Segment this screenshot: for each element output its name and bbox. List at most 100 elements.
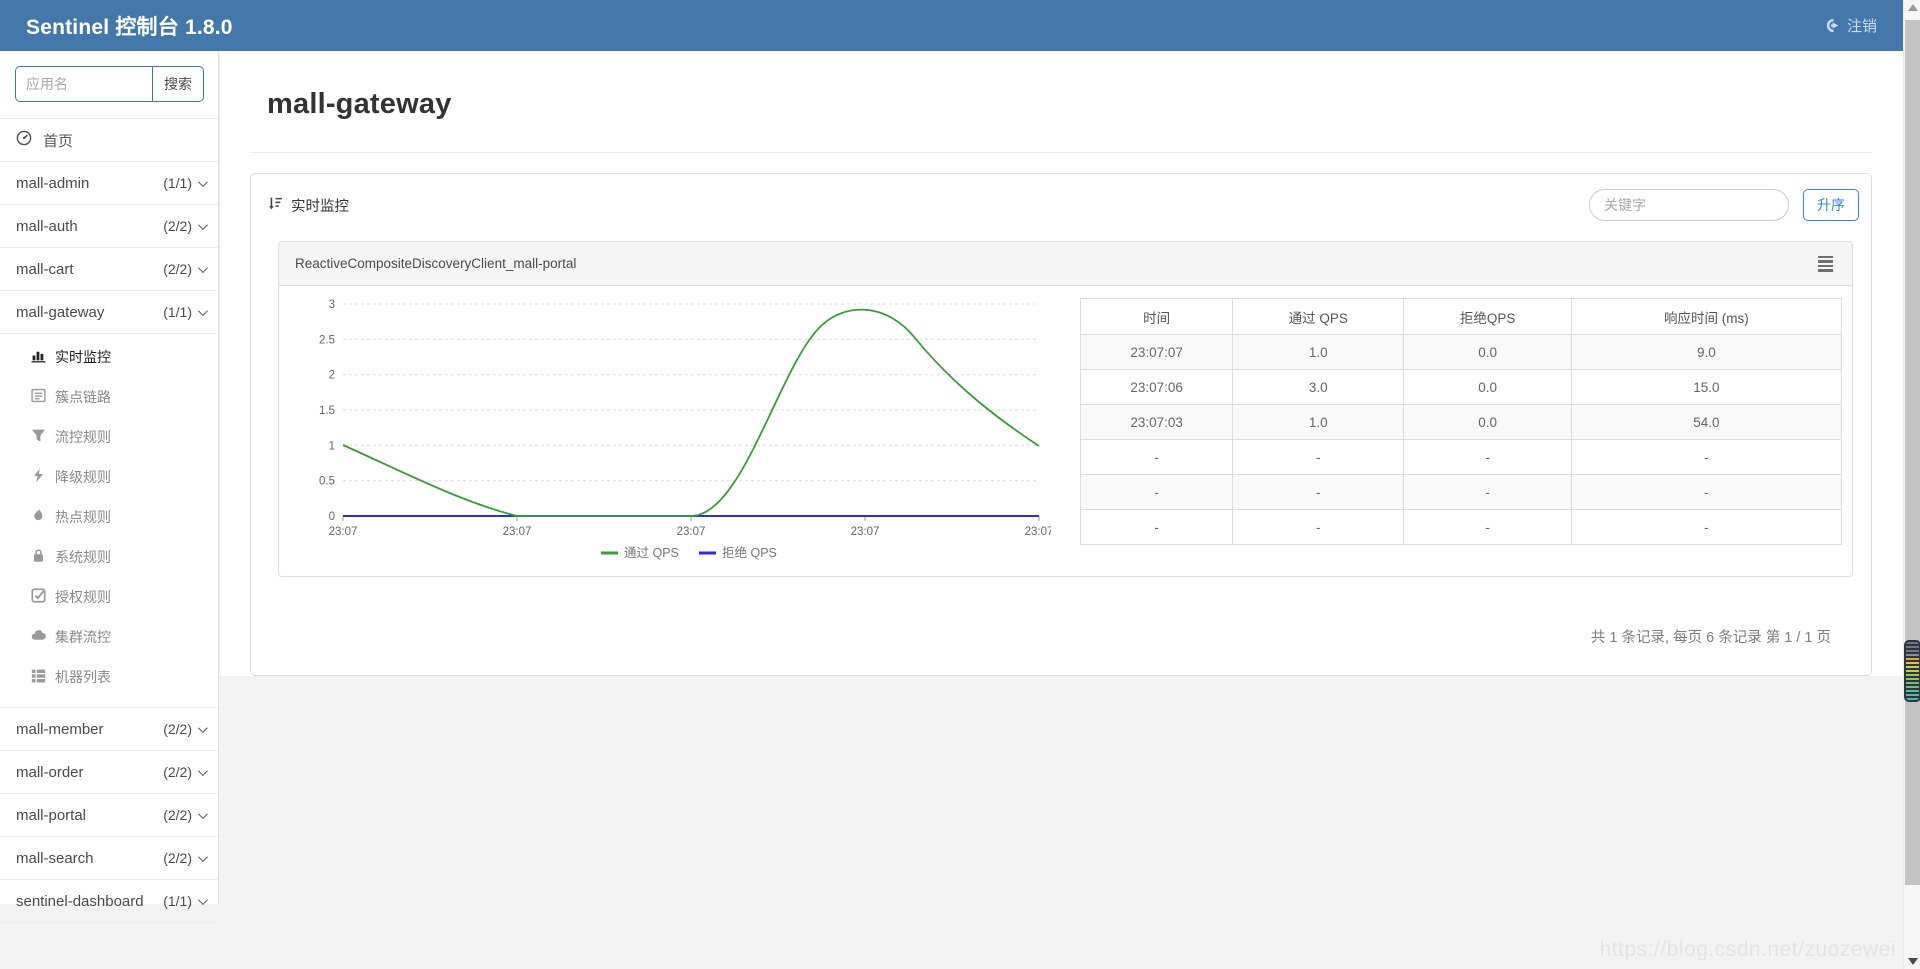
- app-health-count: (2/2): [163, 807, 192, 823]
- logout-label: 注销: [1847, 15, 1877, 36]
- chevron-down-icon: [198, 766, 208, 776]
- cell-time: 23:07:06: [1081, 370, 1233, 405]
- app-name: mall-search: [16, 850, 163, 867]
- cell-pass-qps: 3.0: [1233, 370, 1404, 405]
- cell-pass-qps: -: [1233, 510, 1404, 545]
- qps-line-chart: 3 2.5 2 1.5 1 0.5 0 23:07 23:07 23:07 23…: [301, 294, 1051, 566]
- cell-rt: 9.0: [1571, 335, 1841, 370]
- col-header-block-qps: 拒绝QPS: [1404, 299, 1571, 335]
- cell-time: 23:07:07: [1081, 335, 1233, 370]
- x-tick-label: 23:07: [677, 526, 706, 538]
- table-row: 23:07:06 3.0 0.0 15.0: [1081, 370, 1842, 405]
- app-name: mall-member: [16, 721, 163, 738]
- menu-item-machine-list[interactable]: 机器列表: [0, 657, 218, 697]
- keyword-input[interactable]: [1589, 189, 1789, 221]
- app-name: mall-admin: [16, 175, 163, 192]
- sidebar-item-mall-cart[interactable]: mall-cart (2/2): [0, 248, 218, 291]
- menu-item-label: 机器列表: [55, 667, 111, 687]
- realtime-monitor-card: 实时监控 升序 ReactiveCompositeDiscoveryClient…: [250, 173, 1872, 676]
- app-name: mall-portal: [16, 807, 163, 824]
- sidebar-item-mall-admin[interactable]: mall-admin (1/1): [0, 162, 218, 205]
- cell-block-qps: 0.0: [1404, 370, 1571, 405]
- cell-pass-qps: -: [1233, 440, 1404, 475]
- app-health-count: (1/1): [163, 175, 192, 191]
- menu-item-label: 流控规则: [55, 427, 111, 447]
- app-health-count: (2/2): [163, 850, 192, 866]
- menu-item-label: 集群流控: [55, 627, 111, 647]
- sidebar-item-mall-auth[interactable]: mall-auth (2/2): [0, 205, 218, 248]
- app-health-count: (2/2): [163, 261, 192, 277]
- menu-item-system-rule[interactable]: 系统规则: [0, 537, 218, 577]
- scroll-down-arrow-icon[interactable]: [1908, 958, 1918, 965]
- menu-item-degrade-rule[interactable]: 降级规则: [0, 457, 218, 497]
- app-search-button[interactable]: 搜索: [152, 66, 204, 102]
- chevron-down-icon: [198, 852, 208, 862]
- logout-button[interactable]: 注销: [1826, 15, 1877, 36]
- sidebar: 搜索 首页 mall-admin (1/1) mall-auth (2/2) m…: [0, 51, 219, 904]
- menu-item-label: 实时监控: [55, 347, 111, 367]
- table-row: - - - -: [1081, 475, 1842, 510]
- menu-item-label: 授权规则: [55, 587, 111, 607]
- y-tick-label: 0: [329, 511, 335, 523]
- app-name: mall-cart: [16, 261, 163, 278]
- sidebar-item-mall-order[interactable]: mall-order (2/2): [0, 751, 218, 794]
- chevron-down-icon: [198, 723, 208, 733]
- y-tick-label: 3: [329, 299, 335, 311]
- menu-bars-icon[interactable]: [1815, 253, 1836, 275]
- menu-item-cluster-flow[interactable]: 集群流控: [0, 617, 218, 657]
- pagination-summary: 共 1 条记录, 每页 6 条记录 第 1 / 1 页: [1591, 626, 1831, 647]
- app-name: mall-gateway: [16, 304, 163, 321]
- fire-icon: [31, 508, 46, 526]
- sidebar-item-sentinel-dashboard[interactable]: sentinel-dashboard (1/1): [0, 880, 218, 923]
- chevron-down-icon: [198, 220, 208, 230]
- menu-item-authority-rule[interactable]: 授权规则: [0, 577, 218, 617]
- page-scrollbar[interactable]: [1903, 0, 1920, 969]
- card-header: 实时监控 升序: [251, 174, 1871, 235]
- table-row: 23:07:07 1.0 0.0 9.0: [1081, 335, 1842, 370]
- sidebar-item-mall-member[interactable]: mall-member (2/2): [0, 708, 218, 751]
- cell-block-qps: -: [1404, 510, 1571, 545]
- scrollbar-thumb[interactable]: [1905, 20, 1920, 885]
- x-tick-label: 23:07: [329, 526, 358, 538]
- sort-ascending-button[interactable]: 升序: [1803, 189, 1859, 221]
- check-square-icon: [31, 588, 46, 606]
- cell-pass-qps: 1.0: [1233, 405, 1404, 440]
- app-title: Sentinel 控制台 1.8.0: [26, 11, 233, 41]
- resource-panel-body: 3 2.5 2 1.5 1 0.5 0 23:07 23:07 23:07 23…: [279, 286, 1852, 576]
- cell-time: -: [1081, 510, 1233, 545]
- resource-title: ReactiveCompositeDiscoveryClient_mall-po…: [295, 256, 576, 271]
- menu-item-label: 簇点链路: [55, 387, 111, 407]
- cell-pass-qps: -: [1233, 475, 1404, 510]
- bar-chart-icon: [31, 348, 46, 366]
- app-search-input[interactable]: [15, 66, 152, 102]
- menu-item-cluster-link[interactable]: 簇点链路: [0, 377, 218, 417]
- x-tick-label: 23:07: [851, 526, 880, 538]
- section-title-wrap: 实时监控: [268, 195, 349, 216]
- legend-pass-label: 通过 QPS: [624, 546, 679, 560]
- scrollbar-minimap-marker: [1904, 640, 1920, 702]
- sidebar-item-mall-gateway[interactable]: mall-gateway (1/1): [0, 291, 218, 334]
- menu-item-realtime-monitor[interactable]: 实时监控: [0, 337, 218, 377]
- metrics-table-wrap: 时间 通过 QPS 拒绝QPS 响应时间 (ms) 23:07:07 1.0 0…: [1080, 298, 1842, 545]
- cell-block-qps: -: [1404, 440, 1571, 475]
- watermark-text: https://blog.csdn.net/zuozewei: [1600, 938, 1896, 962]
- y-tick-label: 2.5: [319, 334, 335, 346]
- y-tick-label: 1: [329, 440, 335, 452]
- scroll-up-arrow-icon[interactable]: [1908, 4, 1918, 11]
- sidebar-item-mall-search[interactable]: mall-search (2/2): [0, 837, 218, 880]
- menu-item-hotspot-rule[interactable]: 热点规则: [0, 497, 218, 537]
- menu-item-label: 热点规则: [55, 507, 111, 527]
- cell-time: -: [1081, 440, 1233, 475]
- y-tick-label: 2: [329, 370, 335, 382]
- page-title: mall-gateway: [220, 51, 1903, 121]
- menu-item-flow-rule[interactable]: 流控规则: [0, 417, 218, 457]
- sidebar-item-mall-portal[interactable]: mall-portal (2/2): [0, 794, 218, 837]
- col-header-time: 时间: [1081, 299, 1233, 335]
- table-header-row: 时间 通过 QPS 拒绝QPS 响应时间 (ms): [1081, 299, 1842, 335]
- lock-icon: [31, 548, 46, 566]
- table-row: - - - -: [1081, 440, 1842, 475]
- filter-icon: [31, 428, 46, 446]
- title-divider: [250, 152, 1872, 153]
- x-tick-label: 23:07: [503, 526, 532, 538]
- sidebar-item-home[interactable]: 首页: [0, 119, 218, 162]
